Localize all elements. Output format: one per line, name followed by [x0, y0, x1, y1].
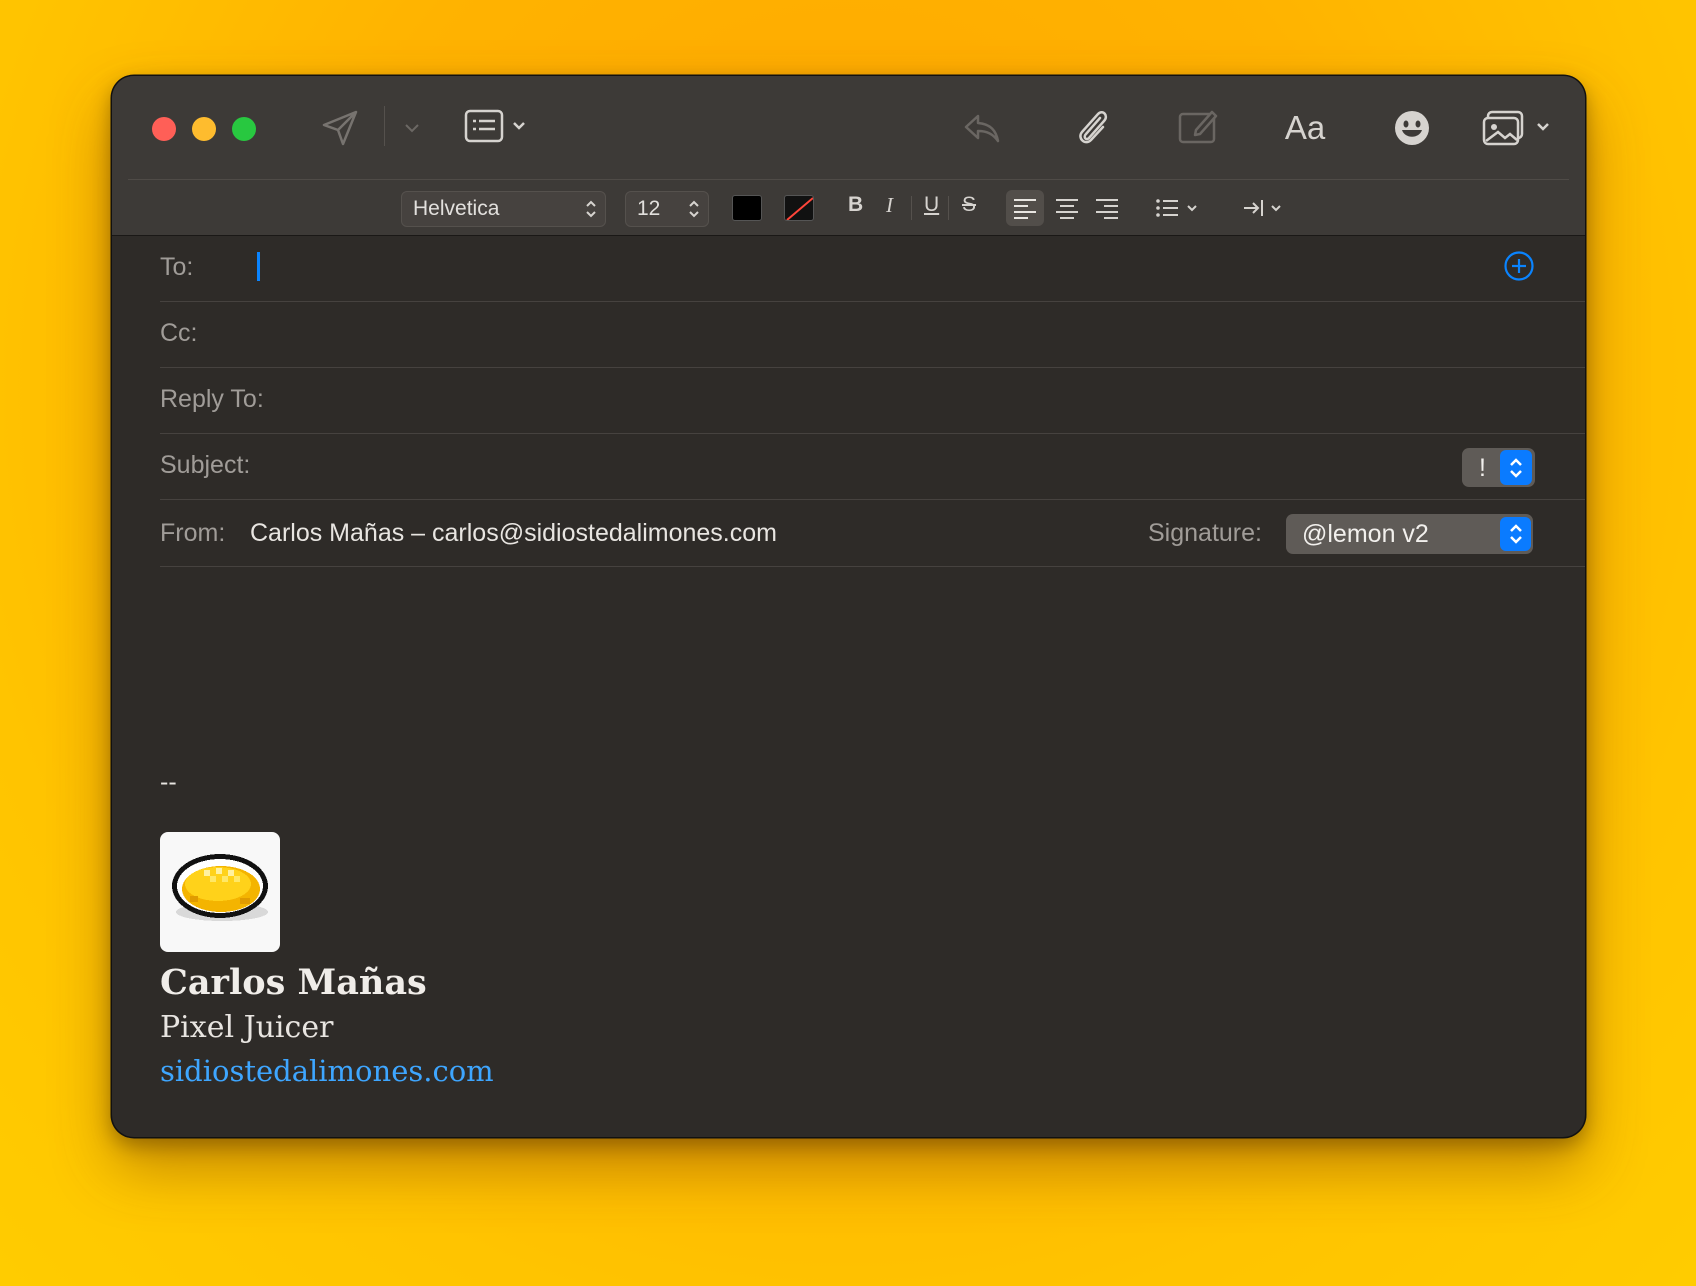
to-field[interactable]: To: — [160, 236, 1585, 302]
from-account-popup[interactable]: Carlos Mañas – carlos@sidiostedalimones.… — [250, 519, 777, 548]
background-color-swatch[interactable] — [784, 195, 814, 221]
signature-label: Signature: — [1148, 519, 1262, 547]
signature-name: Carlos Mañas — [160, 962, 427, 1003]
subject-label: Subject: — [160, 451, 251, 479]
reply-to-field[interactable]: Reply To: — [160, 368, 1585, 434]
signature-title: Pixel Juicer — [160, 1010, 334, 1045]
updown-arrows-icon — [688, 198, 700, 226]
reply-to-label: Reply To: — [160, 385, 264, 413]
toolbar: Aa Helvetica 12 B I U S — [112, 76, 1585, 236]
underline-button[interactable]: U — [924, 193, 939, 217]
minimize-window-button[interactable] — [192, 117, 216, 141]
italic-button[interactable]: I — [886, 193, 893, 218]
bold-button[interactable]: B — [848, 193, 863, 217]
indent-icon — [1244, 200, 1281, 216]
priority-label: ! — [1479, 454, 1486, 482]
bullet-list-icon — [1156, 199, 1197, 217]
send-options-chevron-icon[interactable] — [400, 116, 424, 140]
photo-browser-icon[interactable] — [1482, 106, 1556, 150]
header-fields-icon[interactable] — [464, 106, 530, 146]
font-family-popup[interactable]: Helvetica — [401, 191, 606, 227]
signature-popup[interactable]: @lemon v2 — [1286, 514, 1533, 554]
font-size-popup[interactable]: 12 — [625, 191, 709, 227]
from-label: From: — [160, 519, 226, 547]
text-color-swatch[interactable] — [732, 195, 762, 221]
font-family-value: Helvetica — [413, 197, 500, 220]
list-style-button[interactable] — [1152, 190, 1206, 226]
subject-field[interactable]: Subject: ! — [160, 434, 1585, 500]
updown-arrows-icon — [1500, 517, 1531, 551]
signature-separator: -- — [160, 768, 177, 796]
send-icon[interactable] — [318, 106, 362, 150]
add-contact-icon[interactable] — [1503, 250, 1535, 282]
strikethrough-button[interactable]: S — [962, 193, 976, 217]
cc-label: Cc: — [160, 319, 198, 347]
close-window-button[interactable] — [152, 117, 176, 141]
align-right-icon — [1096, 199, 1118, 219]
lemon-icon — [172, 854, 268, 921]
markup-icon[interactable] — [1174, 104, 1222, 148]
message-body[interactable]: -- Carlos Mañas Pixel Juicer sidiostedal… — [112, 568, 1585, 1137]
signature-website-link[interactable]: sidiostedalimones.com — [160, 1054, 494, 1088]
cc-field[interactable]: Cc: — [160, 302, 1585, 368]
align-right-button[interactable] — [1088, 190, 1126, 226]
text-cursor — [257, 252, 260, 281]
updown-arrows-icon — [585, 198, 597, 226]
to-label: To: — [160, 253, 194, 281]
zoom-window-button[interactable] — [232, 117, 256, 141]
font-size-value: 12 — [637, 197, 661, 220]
indent-button[interactable] — [1240, 190, 1294, 226]
align-left-button[interactable] — [1006, 190, 1044, 226]
attachment-icon[interactable] — [1070, 104, 1114, 148]
compose-window: Aa Helvetica 12 B I U S To: Cc: Reply To… — [112, 76, 1585, 1137]
emoji-icon[interactable] — [1390, 106, 1434, 150]
align-left-icon — [1014, 199, 1036, 219]
format-fonts-button[interactable]: Aa — [1278, 106, 1332, 150]
updown-arrows-icon — [1500, 450, 1532, 485]
align-center-button[interactable] — [1048, 190, 1086, 226]
priority-popup[interactable]: ! — [1462, 448, 1535, 487]
reply-icon[interactable] — [960, 106, 1004, 150]
signature-value: @lemon v2 — [1302, 519, 1429, 548]
lemon-logo — [160, 832, 280, 952]
align-center-icon — [1056, 199, 1078, 219]
